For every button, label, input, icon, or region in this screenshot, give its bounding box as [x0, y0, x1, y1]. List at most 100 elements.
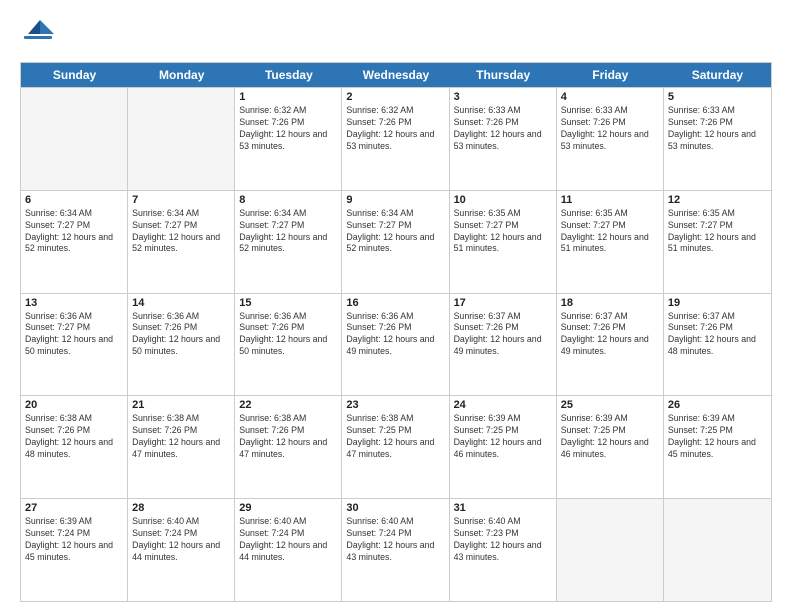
- cell-date: 12: [668, 194, 767, 206]
- cell-date: 6: [25, 194, 123, 206]
- cell-date: 2: [346, 91, 444, 103]
- page: SundayMondayTuesdayWednesdayThursdayFrid…: [0, 0, 792, 612]
- calendar-cell: [664, 499, 771, 601]
- calendar-row-2: 13 Sunrise: 6:36 AM Sunset: 7:27 PM Dayli…: [21, 293, 771, 396]
- cell-date: 29: [239, 502, 337, 514]
- calendar-cell: 1 Sunrise: 6:32 AM Sunset: 7:26 PM Daylig…: [235, 88, 342, 190]
- cell-info: Sunrise: 6:39 AM Sunset: 7:25 PM Dayligh…: [668, 413, 767, 461]
- cell-info: Sunrise: 6:40 AM Sunset: 7:23 PM Dayligh…: [454, 516, 552, 564]
- cell-date: 20: [25, 399, 123, 411]
- calendar-row-3: 20 Sunrise: 6:38 AM Sunset: 7:26 PM Dayli…: [21, 395, 771, 498]
- calendar-cell: 9Sunrise: 6:34 AM Sunset: 7:27 PM Daylig…: [342, 191, 449, 293]
- cell-info: Sunrise: 6:36 AM Sunset: 7:26 PM Dayligh…: [132, 311, 230, 359]
- cell-date: 14: [132, 297, 230, 309]
- cell-date: 3: [454, 91, 552, 103]
- cell-date: 5: [668, 91, 767, 103]
- cell-info: Sunrise: 6:40 AM Sunset: 7:24 PM Dayligh…: [132, 516, 230, 564]
- calendar-cell: 8 Sunrise: 6:34 AM Sunset: 7:27 PM Daylig…: [235, 191, 342, 293]
- calendar-cell: 30Sunrise: 6:40 AM Sunset: 7:24 PM Dayli…: [342, 499, 449, 601]
- calendar-cell: 17 Sunrise: 6:37 AM Sunset: 7:26 PM Dayli…: [450, 294, 557, 396]
- cell-info: Sunrise: 6:32 AM Sunset: 7:26 PM Dayligh…: [239, 105, 337, 153]
- calendar-cell: 2 Sunrise: 6:32 AM Sunset: 7:26 PM Daylig…: [342, 88, 449, 190]
- calendar-cell: 18 Sunrise: 6:37 AM Sunset: 7:26 PM Dayli…: [557, 294, 664, 396]
- calendar-cell: 29 Sunrise: 6:40 AM Sunset: 7:24 PM Dayli…: [235, 499, 342, 601]
- calendar: SundayMondayTuesdayWednesdayThursdayFrid…: [20, 62, 772, 602]
- calendar-cell: 23Sunrise: 6:38 AM Sunset: 7:25 PM Dayli…: [342, 396, 449, 498]
- calendar-cell: 28 Sunrise: 6:40 AM Sunset: 7:24 PM Dayli…: [128, 499, 235, 601]
- cell-date: 4: [561, 91, 659, 103]
- logo: [20, 16, 60, 52]
- cell-date: 18: [561, 297, 659, 309]
- calendar-row-4: 27 Sunrise: 6:39 AM Sunset: 7:24 PM Dayli…: [21, 498, 771, 601]
- calendar-cell: 7 Sunrise: 6:34 AM Sunset: 7:27 PM Daylig…: [128, 191, 235, 293]
- calendar-cell: 24 Sunrise: 6:39 AM Sunset: 7:25 PM Dayli…: [450, 396, 557, 498]
- header-day-wednesday: Wednesday: [342, 63, 449, 87]
- cell-date: 27: [25, 502, 123, 514]
- header-day-sunday: Sunday: [21, 63, 128, 87]
- cell-info: Sunrise: 6:32 AM Sunset: 7:26 PM Dayligh…: [346, 105, 444, 153]
- cell-date: 8: [239, 194, 337, 206]
- cell-date: 19: [668, 297, 767, 309]
- cell-date: 15: [239, 297, 337, 309]
- cell-info: Sunrise: 6:39 AM Sunset: 7:24 PM Dayligh…: [25, 516, 123, 564]
- cell-info: Sunrise: 6:39 AM Sunset: 7:25 PM Dayligh…: [454, 413, 552, 461]
- cell-date: 21: [132, 399, 230, 411]
- logo-icon: [20, 16, 56, 52]
- cell-info: Sunrise: 6:38 AM Sunset: 7:25 PM Dayligh…: [346, 413, 444, 461]
- cell-info: Sunrise: 6:35 AM Sunset: 7:27 PM Dayligh…: [454, 208, 552, 256]
- calendar-cell: 14 Sunrise: 6:36 AM Sunset: 7:26 PM Dayli…: [128, 294, 235, 396]
- calendar-cell: 13 Sunrise: 6:36 AM Sunset: 7:27 PM Dayli…: [21, 294, 128, 396]
- calendar-cell: 25 Sunrise: 6:39 AM Sunset: 7:25 PM Dayli…: [557, 396, 664, 498]
- cell-date: 10: [454, 194, 552, 206]
- calendar-cell: [557, 499, 664, 601]
- header: [20, 16, 772, 52]
- calendar-cell: 10 Sunrise: 6:35 AM Sunset: 7:27 PM Dayli…: [450, 191, 557, 293]
- cell-info: Sunrise: 6:34 AM Sunset: 7:27 PM Dayligh…: [25, 208, 123, 256]
- calendar-cell: 16Sunrise: 6:36 AM Sunset: 7:26 PM Dayli…: [342, 294, 449, 396]
- cell-info: Sunrise: 6:34 AM Sunset: 7:27 PM Dayligh…: [239, 208, 337, 256]
- cell-date: 7: [132, 194, 230, 206]
- calendar-cell: 5 Sunrise: 6:33 AM Sunset: 7:26 PM Daylig…: [664, 88, 771, 190]
- cell-info: Sunrise: 6:37 AM Sunset: 7:26 PM Dayligh…: [561, 311, 659, 359]
- cell-date: 24: [454, 399, 552, 411]
- calendar-cell: 4 Sunrise: 6:33 AM Sunset: 7:26 PM Daylig…: [557, 88, 664, 190]
- calendar-cell: 15Sunrise: 6:36 AM Sunset: 7:26 PM Dayli…: [235, 294, 342, 396]
- calendar-cell: 22 Sunrise: 6:38 AM Sunset: 7:26 PM Dayli…: [235, 396, 342, 498]
- cell-info: Sunrise: 6:37 AM Sunset: 7:26 PM Dayligh…: [668, 311, 767, 359]
- cell-date: 16: [346, 297, 444, 309]
- calendar-cell: 19 Sunrise: 6:37 AM Sunset: 7:26 PM Dayli…: [664, 294, 771, 396]
- cell-date: 1: [239, 91, 337, 103]
- cell-info: Sunrise: 6:40 AM Sunset: 7:24 PM Dayligh…: [239, 516, 337, 564]
- cell-info: Sunrise: 6:38 AM Sunset: 7:26 PM Dayligh…: [25, 413, 123, 461]
- header-day-saturday: Saturday: [664, 63, 771, 87]
- cell-info: Sunrise: 6:33 AM Sunset: 7:26 PM Dayligh…: [668, 105, 767, 153]
- calendar-cell: 31Sunrise: 6:40 AM Sunset: 7:23 PM Dayli…: [450, 499, 557, 601]
- cell-info: Sunrise: 6:35 AM Sunset: 7:27 PM Dayligh…: [561, 208, 659, 256]
- header-day-friday: Friday: [557, 63, 664, 87]
- cell-info: Sunrise: 6:35 AM Sunset: 7:27 PM Dayligh…: [668, 208, 767, 256]
- cell-info: Sunrise: 6:36 AM Sunset: 7:27 PM Dayligh…: [25, 311, 123, 359]
- calendar-header: SundayMondayTuesdayWednesdayThursdayFrid…: [21, 63, 771, 87]
- cell-date: 9: [346, 194, 444, 206]
- calendar-cell: 20 Sunrise: 6:38 AM Sunset: 7:26 PM Dayli…: [21, 396, 128, 498]
- cell-date: 26: [668, 399, 767, 411]
- cell-info: Sunrise: 6:39 AM Sunset: 7:25 PM Dayligh…: [561, 413, 659, 461]
- cell-date: 28: [132, 502, 230, 514]
- calendar-row-0: 1 Sunrise: 6:32 AM Sunset: 7:26 PM Daylig…: [21, 87, 771, 190]
- cell-info: Sunrise: 6:38 AM Sunset: 7:26 PM Dayligh…: [132, 413, 230, 461]
- cell-date: 22: [239, 399, 337, 411]
- cell-info: Sunrise: 6:38 AM Sunset: 7:26 PM Dayligh…: [239, 413, 337, 461]
- cell-info: Sunrise: 6:34 AM Sunset: 7:27 PM Dayligh…: [132, 208, 230, 256]
- header-day-monday: Monday: [128, 63, 235, 87]
- cell-info: Sunrise: 6:37 AM Sunset: 7:26 PM Dayligh…: [454, 311, 552, 359]
- cell-date: 13: [25, 297, 123, 309]
- cell-date: 25: [561, 399, 659, 411]
- calendar-row-1: 6 Sunrise: 6:34 AM Sunset: 7:27 PM Daylig…: [21, 190, 771, 293]
- calendar-cell: 11Sunrise: 6:35 AM Sunset: 7:27 PM Dayli…: [557, 191, 664, 293]
- calendar-cell: 27 Sunrise: 6:39 AM Sunset: 7:24 PM Dayli…: [21, 499, 128, 601]
- calendar-cell: 12 Sunrise: 6:35 AM Sunset: 7:27 PM Dayli…: [664, 191, 771, 293]
- cell-info: Sunrise: 6:33 AM Sunset: 7:26 PM Dayligh…: [454, 105, 552, 153]
- cell-info: Sunrise: 6:33 AM Sunset: 7:26 PM Dayligh…: [561, 105, 659, 153]
- cell-date: 17: [454, 297, 552, 309]
- cell-info: Sunrise: 6:40 AM Sunset: 7:24 PM Dayligh…: [346, 516, 444, 564]
